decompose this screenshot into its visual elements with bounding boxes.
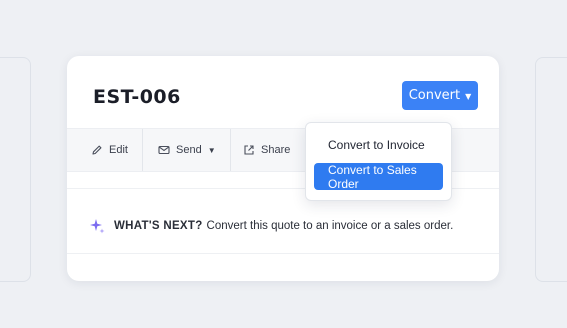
menu-item-convert-to-sales-order[interactable]: Convert to Sales Order [314, 163, 443, 191]
estimate-number: EST-006 [93, 86, 181, 108]
chevron-down-icon: ▼ [207, 145, 216, 155]
convert-dropdown-menu: Convert to Invoice Convert to Sales Orde… [305, 122, 452, 201]
menu-item-convert-to-invoice[interactable]: Convert to Invoice [314, 131, 443, 158]
send-label: Send [176, 144, 202, 156]
edit-button[interactable]: Edit [91, 129, 128, 171]
share-icon [244, 145, 254, 155]
pencil-icon [92, 145, 102, 155]
toolbar-divider [230, 129, 231, 171]
sparkle-icon [90, 219, 105, 234]
caret-down-icon: ▼ [465, 92, 472, 101]
whats-next-banner: WHAT'S NEXT? Convert this quote to an in… [89, 218, 453, 234]
share-label: Share [261, 144, 291, 156]
share-button[interactable]: Share [243, 129, 290, 171]
mail-icon [158, 145, 170, 155]
background-card-left [0, 57, 31, 282]
convert-button-label: Convert [408, 88, 461, 103]
edit-label: Edit [109, 144, 128, 156]
convert-button[interactable]: Convert ▼ [402, 81, 478, 110]
toolbar-divider [142, 129, 143, 171]
send-button[interactable]: Send ▼ [158, 129, 216, 171]
whats-next-text: Convert this quote to an invoice or a sa… [206, 220, 454, 232]
whats-next-heading: WHAT'S NEXT? [114, 220, 203, 232]
section-divider [67, 253, 499, 254]
background-card-right [535, 57, 567, 282]
